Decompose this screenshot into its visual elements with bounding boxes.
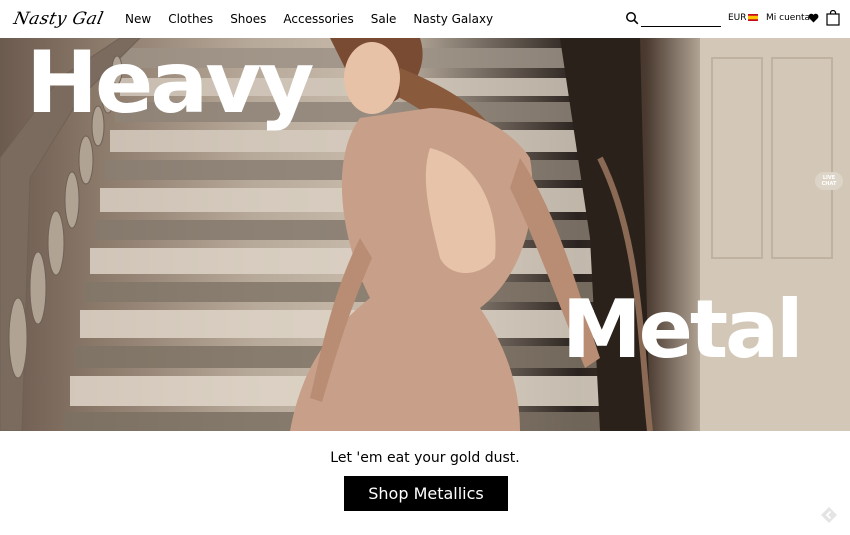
nav-item-shoes[interactable]: Shoes <box>230 12 266 26</box>
nav-item-nasty-galaxy[interactable]: Nasty Galaxy <box>413 12 493 26</box>
nav-item-sale[interactable]: Sale <box>371 12 397 26</box>
nav-item-new[interactable]: New <box>125 12 151 26</box>
live-chat-label: LIVE CHAT <box>821 175 837 187</box>
currency-selector[interactable]: EUR <box>728 13 747 23</box>
hero-banner[interactable]: Heavy Metal LIVE CHAT <box>0 38 850 431</box>
hero-headline-top: Heavy <box>26 38 314 133</box>
site-header: Nasty Gal New Clothes Shoes Accessories … <box>0 0 850 38</box>
main-nav: New Clothes Shoes Accessories Sale Nasty… <box>125 0 510 38</box>
hero-headline-bottom: Metal <box>562 283 804 376</box>
shop-metallics-button[interactable]: Shop Metallics <box>344 476 508 511</box>
live-chat-button[interactable]: LIVE CHAT <box>815 172 843 190</box>
nav-item-clothes[interactable]: Clothes <box>168 12 213 26</box>
heart-icon[interactable] <box>808 13 819 23</box>
scroll-to-top-icon[interactable] <box>820 506 838 524</box>
search-icon[interactable] <box>625 11 639 25</box>
shopping-bag-icon[interactable] <box>826 10 840 26</box>
search-input[interactable] <box>641 12 721 27</box>
promo-tagline: Let 'em eat your gold dust. <box>330 450 520 466</box>
brand-logo[interactable]: Nasty Gal <box>11 4 109 34</box>
spain-flag-icon[interactable] <box>748 14 758 21</box>
account-link[interactable]: Mi cuenta <box>766 13 810 23</box>
nav-item-accessories[interactable]: Accessories <box>283 12 353 26</box>
